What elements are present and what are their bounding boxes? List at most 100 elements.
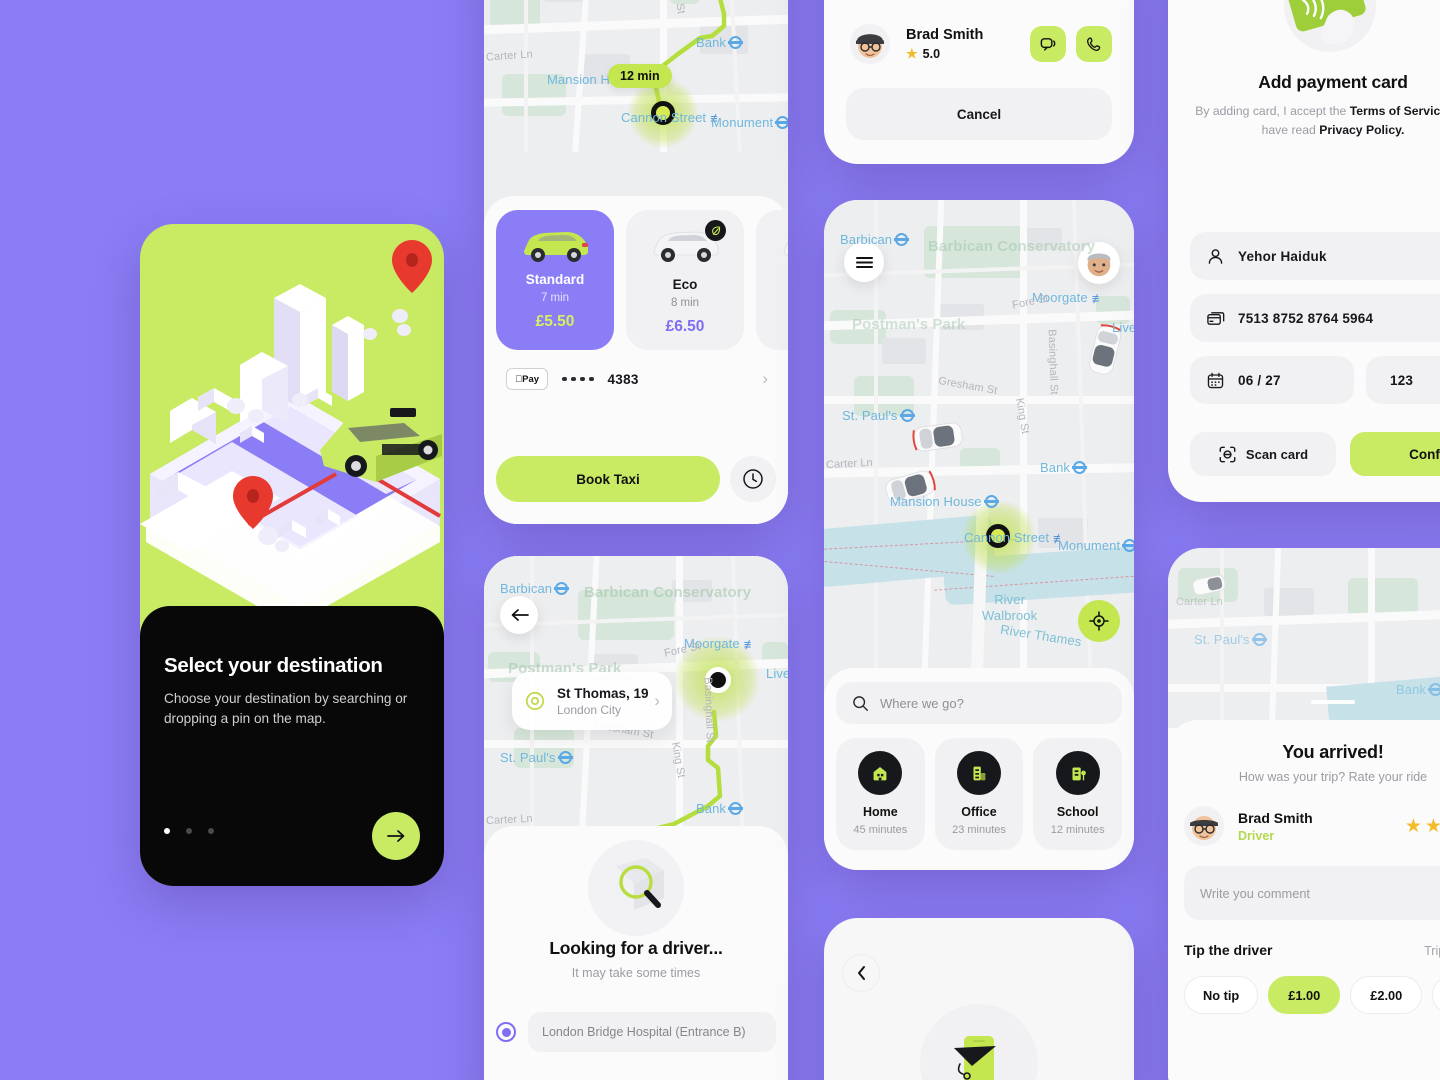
tip-option-2[interactable]: £2.00 xyxy=(1350,976,1423,1014)
arrow-right-icon xyxy=(386,830,404,842)
contactless-card-illustration xyxy=(1168,0,1440,60)
locate-me-icon xyxy=(1089,611,1109,631)
cancel-ride-button[interactable]: Cancel xyxy=(846,88,1112,140)
back-button[interactable] xyxy=(500,596,538,634)
clock-icon xyxy=(743,469,763,489)
star-icon: ★ xyxy=(906,45,918,61)
rating-stars[interactable]: ★ ★ ★ ★ xyxy=(1405,815,1440,838)
pagination-dot-1[interactable] xyxy=(164,828,170,834)
card-expiry-field[interactable]: 06 / 27 xyxy=(1190,356,1354,404)
star-icon[interactable]: ★ xyxy=(1405,815,1422,838)
radio-selected-icon[interactable] xyxy=(496,1022,516,1042)
pickup-address-bar[interactable]: St Thomas, 19 London City › xyxy=(512,672,672,730)
page-title: Add payment card xyxy=(1258,72,1408,92)
driver-info-row: Brad Smith ★ 5.0 xyxy=(850,24,1112,64)
privacy-policy-link[interactable]: Privacy Policy. xyxy=(1319,123,1404,137)
comment-placeholder: Write you comment xyxy=(1200,885,1310,901)
pagination-dot-2[interactable] xyxy=(186,828,192,834)
call-driver-button[interactable] xyxy=(1076,26,1112,62)
shortcut-home[interactable]: Home 45 minutes xyxy=(836,738,925,850)
ride-option-time: 8 min xyxy=(670,297,700,309)
destination-field[interactable]: London Bridge Hospital (Entrance B) xyxy=(528,1012,776,1052)
eco-leaf-badge-icon xyxy=(705,220,726,241)
terms-of-service-link[interactable]: Terms of Service xyxy=(1350,104,1440,118)
menu-button[interactable] xyxy=(844,242,884,282)
tip-option-no-tip[interactable]: No tip xyxy=(1184,976,1259,1014)
choose-ride-screen: St. Paul's Bank Mansion House Cannon Str… xyxy=(484,0,788,524)
card-number-field[interactable]: 7513 8752 8764 5964 xyxy=(1190,294,1440,342)
legal-prefix: By adding card, I accept the xyxy=(1195,104,1350,118)
payment-method-row[interactable]: Pay 4383 › xyxy=(506,368,768,390)
driver-avatar-icon xyxy=(1190,816,1218,840)
school-icon xyxy=(1055,751,1100,795)
office-icon xyxy=(957,751,1001,795)
driver-name: Brad Smith xyxy=(906,26,984,43)
book-taxi-button[interactable]: Book Taxi xyxy=(496,456,720,502)
star-icon[interactable]: ★ xyxy=(1425,815,1440,838)
map-label-live: Live xyxy=(1112,320,1134,335)
phone-icon xyxy=(1086,36,1100,51)
arrived-map[interactable]: St. Paul's Bank Carter Ln xyxy=(1168,548,1440,737)
avatar xyxy=(1184,806,1224,846)
target-pin-icon xyxy=(525,691,545,711)
onboarding-card: Select your destination Choose your dest… xyxy=(140,606,444,886)
card-cvv-field[interactable]: 123 xyxy=(1366,356,1440,404)
apple-pay-icon: Pay xyxy=(506,368,548,390)
message-driver-button[interactable] xyxy=(1030,26,1066,62)
map-label-barbican: Barbican xyxy=(840,232,910,247)
locate-me-button[interactable] xyxy=(1078,600,1120,642)
ride-option-name: Eco xyxy=(672,277,698,292)
schedule-later-button[interactable] xyxy=(730,456,776,502)
shortcut-office[interactable]: Office 23 minutes xyxy=(934,738,1024,850)
you-arrived-screen: St. Paul's Bank Carter Ln You arrived! H… xyxy=(1168,548,1440,1080)
pagination-dot-3[interactable] xyxy=(208,828,214,834)
tip-options: No tip £1.00 £2.00 £5.0 xyxy=(1184,976,1440,1014)
tip-header: Tip the driver Trip cost £ xyxy=(1184,942,1440,958)
ride-option-eco[interactable]: Eco 8 min £6.50 xyxy=(626,210,744,350)
map-label-gresham-st: Gresham St xyxy=(937,374,999,398)
map-label-river-walbrook: River Walbrook xyxy=(982,592,1038,623)
car-marker-icon xyxy=(1192,574,1226,596)
arrow-left-icon xyxy=(511,609,529,621)
cardholder-name-field[interactable]: Yehor Haiduk xyxy=(1190,232,1440,280)
tip-option-5[interactable]: £5.0 xyxy=(1432,976,1440,1014)
map-label-bank: Bank xyxy=(696,35,744,50)
card-number-value: 7513 8752 8764 5964 xyxy=(1238,310,1374,326)
shortcut-time: 12 minutes xyxy=(1050,824,1105,836)
map-label-cannon-street: Cannon Street ≢ xyxy=(621,110,724,126)
chevron-right-icon[interactable]: › xyxy=(762,369,768,389)
sheet-grabber[interactable] xyxy=(1311,700,1355,704)
car-marker-icon[interactable] xyxy=(908,414,968,460)
pagination-dots xyxy=(164,828,214,834)
address-title: St Thomas, 19 xyxy=(557,685,649,701)
home-icon xyxy=(858,751,903,795)
map-label-bank: Bank xyxy=(1396,682,1440,697)
tip-option-1[interactable]: £1.00 xyxy=(1268,976,1341,1014)
comment-input[interactable]: Write you comment xyxy=(1184,866,1440,920)
map-label-mansion-house: Mansion House xyxy=(890,494,999,509)
eta-badge: 12 min xyxy=(608,64,672,88)
search-destination-field[interactable]: Where we go? xyxy=(836,682,1122,724)
onboarding-body: Choose your destination by searching or … xyxy=(164,691,408,726)
ride-option-business[interactable]: B £ xyxy=(756,210,788,350)
card-expiry-value: 06 / 27 xyxy=(1238,372,1281,388)
map-pin-red-top xyxy=(392,240,432,293)
driver-rating-value: 5.0 xyxy=(922,46,941,61)
map-label-river-thames: River Thames xyxy=(999,621,1083,650)
mockup-showcase: Select your destination Choose your dest… xyxy=(0,0,1440,1080)
back-button[interactable] xyxy=(842,954,880,992)
ride-options-list[interactable]: Standard 7 min £5.50 Eco 8 min £6.50 xyxy=(496,210,788,350)
shortcut-school[interactable]: School 12 minutes xyxy=(1033,738,1123,850)
card-cvv-value: 123 xyxy=(1390,372,1414,388)
search-placeholder: Where we go? xyxy=(880,695,964,711)
map-label-st-pauls: St. Paul's xyxy=(842,408,915,423)
map-label-barbican: Barbican xyxy=(500,581,570,596)
next-button[interactable] xyxy=(372,812,420,860)
scan-card-button[interactable]: Scan card xyxy=(1190,432,1336,476)
card-icon xyxy=(1207,311,1225,325)
confirm-button[interactable]: Confirm xyxy=(1350,432,1440,476)
sending-illustration xyxy=(920,1004,1038,1080)
map-label-postmans-park: Postman's Park xyxy=(852,316,966,333)
ride-option-standard[interactable]: Standard 7 min £5.50 xyxy=(496,210,614,350)
green-car-icon xyxy=(524,232,588,262)
